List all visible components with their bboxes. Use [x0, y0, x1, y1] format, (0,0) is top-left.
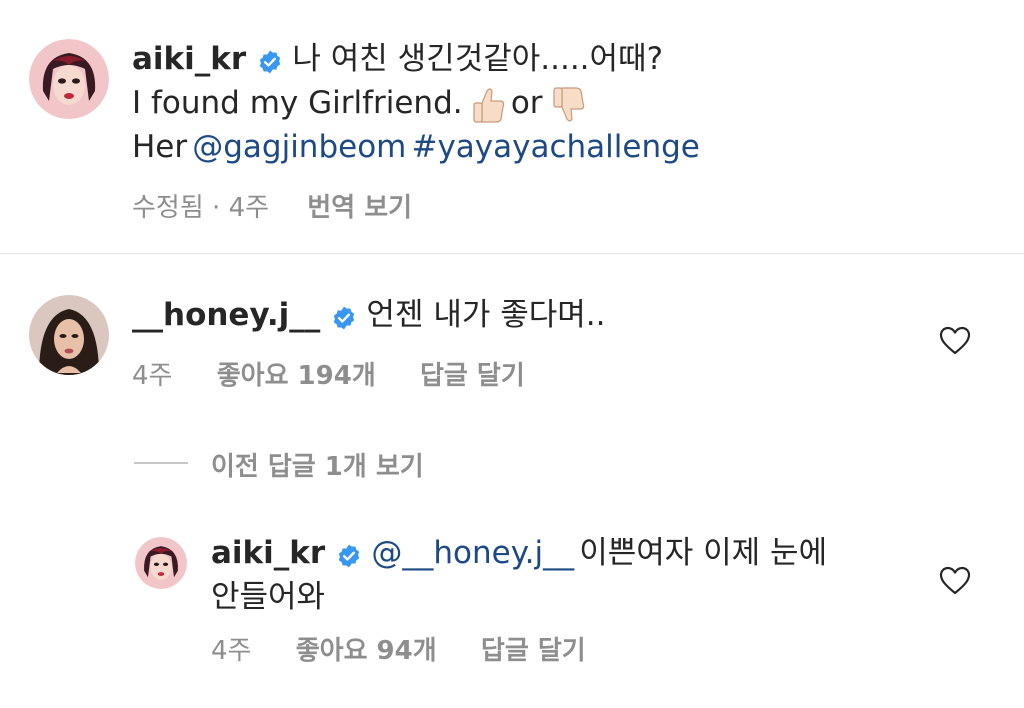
caption-meta: 수정됨 · 4주 번역 보기 [132, 187, 412, 224]
edited-label: 수정됨 [132, 193, 204, 223]
verified-badge-icon [257, 49, 283, 75]
reply1-meta: 4주 좋아요 94개 답글 달기 [211, 630, 586, 667]
comment1-likes[interactable]: 좋아요 194개 [217, 361, 376, 391]
heart-icon[interactable] [939, 566, 971, 596]
caption-or: or [510, 85, 543, 121]
caption-line3: Her @gagjinbeom #yayayachallenge [132, 125, 700, 169]
caption-time: 4주 [228, 193, 270, 223]
verified-badge-icon [331, 305, 357, 331]
reply1-time: 4주 [211, 636, 252, 666]
thumbs-down-emoji [550, 85, 586, 125]
caption-mention-link[interactable]: @gagjinbeom [192, 129, 406, 165]
divider [0, 253, 1024, 254]
view-replies-line [134, 462, 188, 464]
reply1-reply-button[interactable]: 답글 달기 [481, 636, 586, 666]
reply1-mention-link[interactable]: @__honey.j__ [371, 535, 574, 571]
caption-username[interactable]: aiki_kr [132, 41, 246, 77]
thumbs-up-emoji [470, 85, 506, 125]
caption-line1: aiki_kr 나 여친 생긴것같아.....어때? [132, 37, 663, 81]
reply1-likes[interactable]: 좋아요 94개 [296, 636, 437, 666]
reply1-username[interactable]: aiki_kr [211, 535, 325, 571]
caption-her: Her [132, 129, 188, 165]
comment1-text: 언젠 내가 좋다며.. [366, 297, 606, 333]
comment1-meta: 4주 좋아요 194개 답글 달기 [132, 355, 525, 392]
comment1-time: 4주 [132, 361, 173, 391]
reply1-text-line2: 안들어와 [211, 579, 326, 615]
meta-dot: · [212, 193, 221, 223]
avatar-aiki[interactable] [29, 39, 109, 119]
verified-badge-icon [336, 543, 362, 569]
heart-icon[interactable] [939, 326, 971, 356]
reply1-line1: aiki_kr @__honey.j__ 이쁜여자 이제 눈에 [211, 531, 827, 575]
caption-hashtag-link[interactable]: #yayayachallenge [411, 129, 699, 165]
comment1-line: __honey.j__ 언젠 내가 좋다며.. [132, 293, 605, 337]
avatar-aiki-reply[interactable] [135, 537, 187, 589]
comment1-username[interactable]: __honey.j__ [132, 297, 320, 333]
translate-button[interactable]: 번역 보기 [307, 193, 412, 223]
caption-text-line2: I found my Girlfriend. [132, 85, 463, 121]
comment1-reply-button[interactable]: 답글 달기 [420, 361, 525, 391]
caption-text-line1: 나 여친 생긴것같아.....어때? [292, 41, 664, 77]
avatar-honey[interactable] [29, 295, 109, 375]
reply1-text-line1: 이쁜여자 이제 눈에 [579, 535, 828, 571]
view-replies-button[interactable]: 이전 답글 1개 보기 [211, 446, 424, 483]
